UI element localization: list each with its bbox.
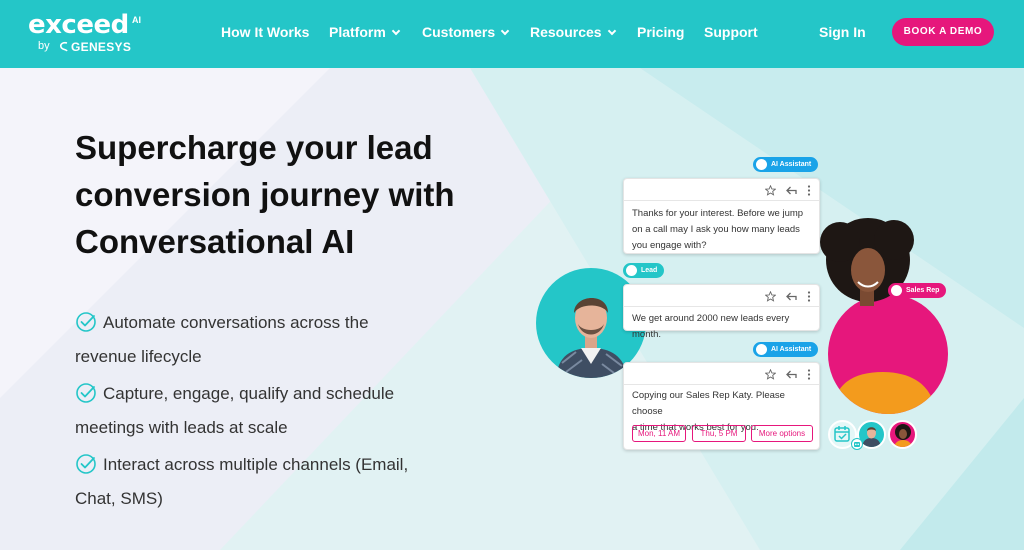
logo-company: GENESYS xyxy=(71,40,132,54)
nav-customers[interactable]: Customers xyxy=(422,23,510,41)
chevron-down-icon xyxy=(500,26,510,36)
lead-message-card: We get around 2000 new leads every month… xyxy=(623,284,820,340)
logo-by-text: by xyxy=(38,40,50,52)
robot-icon xyxy=(756,159,767,170)
feature-item: Automate conversations across the revenu… xyxy=(75,306,495,374)
card-actions xyxy=(765,290,811,302)
book-a-demo-button[interactable]: BOOK A DEMO xyxy=(892,18,994,46)
time-option-more[interactable]: More options xyxy=(751,425,813,442)
time-option-thu[interactable]: Thu, 5 PM xyxy=(692,425,746,442)
robot-icon xyxy=(851,438,863,450)
genesys-mark-icon xyxy=(60,41,68,52)
nav-support[interactable]: Support xyxy=(704,23,758,41)
feature-item: Capture, engage, qualify and schedule me… xyxy=(75,377,495,445)
lead-message-text: We get around 2000 new leads every month… xyxy=(632,311,811,343)
more-vertical-icon[interactable] xyxy=(807,368,811,380)
message-line: We get around 2000 new leads every month… xyxy=(632,313,790,340)
time-option-mon[interactable]: Mon, 11 AM xyxy=(632,425,686,442)
card-divider xyxy=(624,306,819,307)
feature-text: Capture, engage, qualify and schedule xyxy=(103,384,395,403)
sales-rep-tag-label: Sales Rep xyxy=(906,287,940,294)
headline-line: Conversational AI xyxy=(75,223,355,260)
message-line: Copying our Sales Rep Katy. Please choos… xyxy=(632,390,785,417)
reply-icon[interactable] xyxy=(786,185,797,196)
card-divider xyxy=(624,384,819,385)
feature-list: Automate conversations across the revenu… xyxy=(75,306,495,519)
logo-wordmark: exceed xyxy=(28,10,129,40)
nav-resources-label: Resources xyxy=(530,24,602,40)
logo-ai-superscript: AI xyxy=(132,15,141,25)
assistant-message-text: Thanks for your interest. Before we jump… xyxy=(632,206,811,254)
check-circle-icon xyxy=(76,312,96,332)
nav-pricing[interactable]: Pricing xyxy=(637,23,684,41)
chevron-down-icon xyxy=(607,26,616,36)
check-circle-icon xyxy=(76,454,96,474)
chevron-down-icon xyxy=(391,26,401,36)
lead-tag: Lead xyxy=(623,263,665,278)
feature-text: meetings with leads at scale xyxy=(75,418,288,437)
feature-item: Interact across multiple channels (Email… xyxy=(75,448,495,516)
star-icon[interactable] xyxy=(765,290,776,302)
card-divider xyxy=(624,200,819,201)
card-actions xyxy=(765,184,811,196)
more-vertical-icon[interactable] xyxy=(807,290,811,302)
reply-icon[interactable] xyxy=(786,291,797,302)
top-navigation: exceed AI by GENESYS How It Works Platfo… xyxy=(0,0,1024,68)
feature-text: Interact across multiple channels (Email… xyxy=(103,455,409,474)
sales-rep-tag: Sales Rep xyxy=(888,283,947,298)
reply-icon[interactable] xyxy=(786,369,797,380)
nav-pricing-label: Pricing xyxy=(637,24,685,40)
star-icon[interactable] xyxy=(765,368,776,380)
lead-tag-label: Lead xyxy=(641,267,658,274)
sign-in-link[interactable]: Sign In xyxy=(819,23,866,41)
feature-text: Chat, SMS) xyxy=(75,489,163,508)
nav-resources[interactable]: Resources xyxy=(530,23,616,41)
scheduling-message-card: Copying our Sales Rep Katy. Please choos… xyxy=(623,362,820,450)
nav-platform-label: Platform xyxy=(329,24,386,40)
ai-assistant-tag: AI Assistant xyxy=(753,157,819,172)
message-line: on a call may I ask you how many leads xyxy=(632,224,800,235)
robot-icon xyxy=(756,344,767,355)
ai-assistant-tag-label: AI Assistant xyxy=(771,161,812,168)
hero-headline: Supercharge your lead conversion journey… xyxy=(75,124,515,265)
nav-support-label: Support xyxy=(704,24,758,40)
feature-text: Automate conversations across the xyxy=(103,313,369,332)
feature-text: revenue lifecycle xyxy=(75,347,202,366)
headline-line: Supercharge your lead xyxy=(75,129,433,166)
ai-assistant-tag: AI Assistant xyxy=(753,342,819,357)
message-line: you engage with? xyxy=(632,240,707,251)
sales-rep-head-illustration xyxy=(820,218,914,306)
nav-how-it-works[interactable]: How It Works xyxy=(221,23,309,41)
nav-platform[interactable]: Platform xyxy=(329,23,401,41)
user-icon xyxy=(626,265,637,276)
more-vertical-icon[interactable] xyxy=(807,184,811,196)
check-circle-icon xyxy=(76,383,96,403)
nav-customers-label: Customers xyxy=(422,24,496,40)
user-icon xyxy=(891,285,902,296)
star-icon[interactable] xyxy=(765,184,776,196)
nav-how-it-works-label: How It Works xyxy=(221,24,310,40)
sales-rep-mini-avatar xyxy=(888,420,917,449)
exceed-logo[interactable]: exceed AI by GENESYS xyxy=(28,10,153,57)
sales-rep-mini-illustration xyxy=(894,424,912,447)
card-actions xyxy=(765,368,811,380)
ai-assistant-tag-label: AI Assistant xyxy=(771,346,812,353)
headline-line: conversion journey with xyxy=(75,176,455,213)
assistant-message-card: Thanks for your interest. Before we jump… xyxy=(623,178,820,254)
message-line: Thanks for your interest. Before we jump xyxy=(632,208,804,219)
